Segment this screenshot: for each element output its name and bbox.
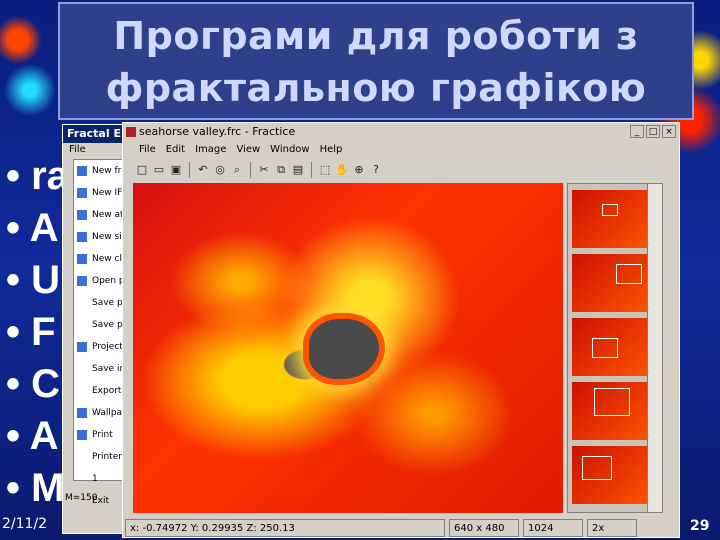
- bullet-item: • A: [6, 414, 59, 458]
- menu-edit[interactable]: Edit: [166, 141, 185, 159]
- fractal-explorer-titlebar[interactable]: Fractal E: [63, 125, 131, 143]
- toolbar-separator: [250, 162, 251, 178]
- hand-icon[interactable]: ✋: [335, 163, 349, 177]
- zoom-thumbnail[interactable]: [572, 318, 652, 376]
- zoom-selection-box: [594, 388, 630, 416]
- zoom-in-icon[interactable]: ⊕: [352, 163, 366, 177]
- menu-item[interactable]: New IF: [74, 182, 128, 204]
- bullet-list: • ra • A • U • F • C • A • M: [6, 150, 69, 514]
- slide-date: 2/11/2: [2, 516, 48, 532]
- fractal-explorer-status: M=150: [65, 493, 98, 503]
- menu-item[interactable]: Export: [74, 380, 128, 402]
- menu-item[interactable]: Print: [74, 424, 128, 446]
- slide-page-number: 29: [690, 518, 710, 534]
- menu-view[interactable]: View: [236, 141, 260, 159]
- menu-image[interactable]: Image: [195, 141, 226, 159]
- zoom-thumbnail[interactable]: [572, 254, 652, 312]
- slide-title: Програми для роботи з фрактальною графік…: [58, 2, 694, 120]
- bullet-item: • U: [6, 258, 61, 302]
- zoom-thumbnail[interactable]: [572, 190, 652, 248]
- help-icon[interactable]: ?: [369, 163, 383, 177]
- window-title: seahorse valley.frc - Fractice: [139, 125, 296, 138]
- fractice-window[interactable]: seahorse valley.frc - Fractice _ □ × Fil…: [122, 122, 680, 538]
- bullet-item: • ra: [6, 154, 69, 198]
- menu-bar: File Edit Image View Window Help: [123, 141, 679, 159]
- status-coordinates: x: -0.74972 Y: 0.29935 Z: 250.13: [125, 519, 445, 537]
- menu-item[interactable]: Wallpa: [74, 402, 128, 424]
- slide-title-line1: Програми для роботи з: [113, 14, 639, 58]
- toolbar: □ ▭ ▣ ↶ ◎ ⌕ ✂ ⧉ ▤ ⬚ ✋ ⊕ ?: [123, 159, 679, 181]
- mandelbrot-set-shape: [309, 319, 379, 379]
- menu-item[interactable]: Open p: [74, 270, 128, 292]
- slide-title-line2: фрактальною графікою: [105, 66, 647, 110]
- open-icon[interactable]: ▭: [152, 163, 166, 177]
- new-icon: [77, 210, 87, 220]
- app-icon: [126, 127, 136, 137]
- status-resolution: 1024: [523, 519, 583, 537]
- bullet-item: • F: [6, 310, 56, 354]
- thumbnail-scrollbar[interactable]: [647, 184, 662, 512]
- new-icon: [77, 254, 87, 264]
- menu-file[interactable]: File: [139, 141, 156, 159]
- status-zoom: 2x: [587, 519, 637, 537]
- fractal-canvas[interactable]: [133, 183, 563, 513]
- menu-item[interactable]: Save in: [74, 358, 128, 380]
- copy-icon[interactable]: ⧉: [274, 163, 288, 177]
- menu-item[interactable]: New si: [74, 226, 128, 248]
- status-bar: x: -0.74972 Y: 0.29935 Z: 250.13 640 x 4…: [123, 519, 679, 537]
- zoom-selection-box: [582, 456, 612, 480]
- zoom-selection-box: [602, 204, 618, 216]
- project-icon: [77, 342, 87, 352]
- status-image-size: 640 x 480: [449, 519, 519, 537]
- fractal-explorer-file-menu[interactable]: File: [63, 143, 131, 157]
- open-icon: [77, 276, 87, 286]
- zoom-selection-box: [616, 264, 642, 284]
- maximize-button[interactable]: □: [646, 125, 660, 138]
- new-icon: [77, 166, 87, 176]
- new-icon: [77, 188, 87, 198]
- menu-help[interactable]: Help: [320, 141, 343, 159]
- toolbar-separator: [189, 162, 190, 178]
- menu-item[interactable]: 1: [74, 468, 128, 490]
- undo-icon[interactable]: ↶: [196, 163, 210, 177]
- paste-icon[interactable]: ▤: [291, 163, 305, 177]
- menu-item[interactable]: New at: [74, 204, 128, 226]
- bullet-item: • M: [6, 466, 65, 510]
- zoom-icon[interactable]: ⌕: [230, 163, 244, 177]
- save-icon[interactable]: ▣: [169, 163, 183, 177]
- close-button[interactable]: ×: [662, 125, 676, 138]
- zoom-thumbnail[interactable]: [572, 446, 652, 504]
- menu-window[interactable]: Window: [270, 141, 309, 159]
- file-dropdown-menu: New fra New IF New at New si New cl Open…: [73, 159, 129, 506]
- capture-icon[interactable]: ◎: [213, 163, 227, 177]
- toolbar-separator: [311, 162, 312, 178]
- menu-item[interactable]: Printer: [74, 446, 128, 468]
- menu-item[interactable]: Save p: [74, 314, 128, 336]
- new-icon: [77, 232, 87, 242]
- wallpaper-icon: [77, 408, 87, 418]
- fractice-titlebar[interactable]: seahorse valley.frc - Fractice _ □ ×: [123, 123, 679, 141]
- cut-icon[interactable]: ✂: [257, 163, 271, 177]
- menu-item[interactable]: New fra: [74, 160, 128, 182]
- menu-item[interactable]: Save p: [74, 292, 128, 314]
- bullet-item: • A: [6, 206, 59, 250]
- menu-item[interactable]: Project: [74, 336, 128, 358]
- select-icon[interactable]: ⬚: [318, 163, 332, 177]
- minimize-button[interactable]: _: [630, 125, 644, 138]
- new-icon[interactable]: □: [135, 163, 149, 177]
- print-icon: [77, 430, 87, 440]
- zoom-thumbnail[interactable]: [572, 382, 652, 440]
- zoom-history-panel[interactable]: [567, 183, 663, 513]
- zoom-selection-box: [592, 338, 618, 358]
- bullet-item: • C: [6, 362, 61, 406]
- menu-item[interactable]: New cl: [74, 248, 128, 270]
